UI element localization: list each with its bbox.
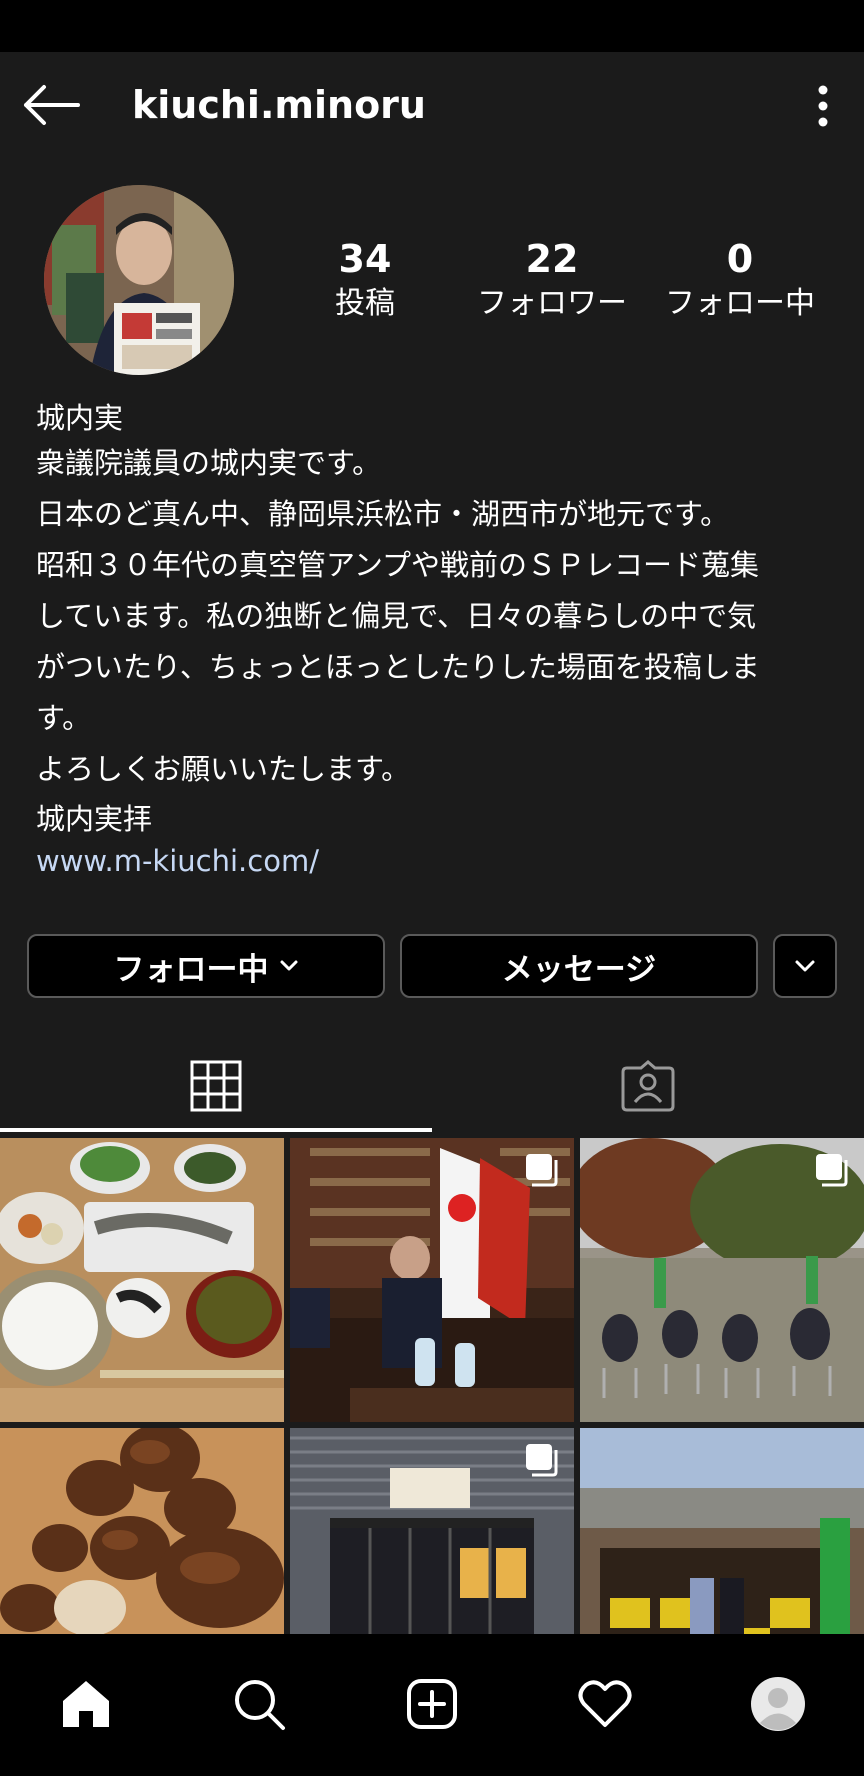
- stat-followers[interactable]: 22 フォロワー: [467, 234, 637, 324]
- status-bar: [0, 0, 864, 52]
- profile-tabs: [0, 1040, 864, 1132]
- tab-grid[interactable]: [0, 1040, 432, 1132]
- post-thumbnail[interactable]: [0, 1138, 284, 1422]
- nav-activity[interactable]: [565, 1664, 645, 1744]
- back-button[interactable]: [20, 82, 82, 128]
- arrow-left-icon: [24, 85, 80, 125]
- following-button-label: フォロー中: [113, 951, 269, 988]
- nav-profile[interactable]: [738, 1664, 818, 1744]
- profile-username: kiuchi.minoru: [132, 83, 426, 127]
- stat-following[interactable]: 0 フォロー中: [655, 234, 825, 324]
- bio-line: しています。私の独断と偏見で、日々の暮らしの中で気: [36, 599, 757, 633]
- stat-posts: 34 投稿: [280, 234, 450, 324]
- bio-line: がついたり、ちょっとほっとしたりした場面を投稿しま: [36, 650, 760, 684]
- message-button-label: メッセージ: [501, 951, 657, 988]
- bio-line: 衆議院議員の城内実です。: [36, 446, 382, 480]
- search-icon: [235, 1680, 285, 1730]
- tab-tagged[interactable]: [432, 1040, 864, 1132]
- nav-home[interactable]: [46, 1664, 126, 1744]
- avatar-photo: [44, 185, 234, 375]
- following-button[interactable]: フォロー中: [27, 934, 385, 998]
- profile-bio: 城内実 衆議院議員の城内実です。 日本のど真ん中、静岡県浜松市・湖西市が地元です…: [36, 398, 836, 881]
- post-image: [0, 1428, 284, 1634]
- multiple-photos-icon: [526, 1444, 558, 1477]
- post-thumbnail[interactable]: [580, 1428, 864, 1634]
- multiple-photos-icon: [816, 1154, 848, 1187]
- profile-display-name: 城内実: [36, 401, 124, 435]
- post-image: [0, 1138, 284, 1422]
- followers-label: フォロワー: [477, 286, 627, 321]
- suggested-dropdown-button[interactable]: [773, 934, 837, 998]
- profile-avatar-icon: [751, 1677, 805, 1731]
- nav-new-post[interactable]: [392, 1664, 472, 1744]
- following-label: フォロー中: [665, 286, 815, 321]
- bottom-navigation: [0, 1634, 864, 1776]
- more-options-button[interactable]: [806, 84, 840, 128]
- posts-grid: [0, 1138, 864, 1634]
- bio-line: 日本のど真ん中、静岡県浜松市・湖西市が地元です。: [36, 497, 730, 531]
- posts-count: 34: [338, 237, 392, 281]
- top-app-bar: kiuchi.minoru: [0, 52, 864, 158]
- active-tab-indicator: [0, 1128, 432, 1132]
- website-link[interactable]: www.m-kiuchi.com/: [36, 841, 836, 881]
- following-count: 0: [726, 237, 754, 281]
- multiple-photos-icon: [526, 1154, 558, 1187]
- bio-line: よろしくお願いいたします。: [36, 752, 411, 786]
- chevron-down-icon: [795, 960, 815, 972]
- bio-line: す。: [36, 701, 92, 735]
- followers-count: 22: [525, 237, 579, 281]
- grid-icon: [190, 1060, 242, 1112]
- post-image: [580, 1428, 864, 1634]
- posts-label: 投稿: [335, 286, 395, 321]
- post-thumbnail[interactable]: [580, 1138, 864, 1422]
- tagged-person-icon: [621, 1060, 675, 1112]
- new-post-icon: [407, 1679, 457, 1729]
- post-thumbnail[interactable]: [290, 1138, 574, 1422]
- profile-avatar[interactable]: [44, 185, 234, 375]
- chevron-down-icon: [280, 960, 297, 971]
- more-vertical-icon: [818, 85, 828, 127]
- activity-heart-icon: [578, 1680, 632, 1727]
- bio-line: 昭和３０年代の真空管アンプや戦前のＳＰレコード蒐集: [36, 548, 759, 582]
- bio-signature: 城内実拝: [36, 802, 153, 836]
- message-button[interactable]: メッセージ: [400, 934, 758, 998]
- post-thumbnail[interactable]: [290, 1428, 574, 1634]
- nav-search[interactable]: [219, 1664, 299, 1744]
- post-thumbnail[interactable]: [0, 1428, 284, 1634]
- home-icon: [63, 1681, 109, 1727]
